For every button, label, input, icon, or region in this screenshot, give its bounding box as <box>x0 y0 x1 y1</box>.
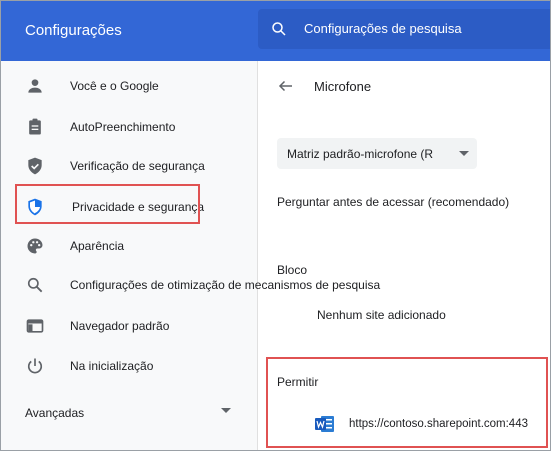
clipboard-icon <box>29 118 41 135</box>
search-icon <box>27 277 43 293</box>
search-box[interactable]: Configurações de pesquisa <box>258 9 550 49</box>
search-input[interactable]: Configurações de pesquisa <box>304 21 462 36</box>
palette-icon <box>27 238 43 254</box>
sidebar-item-label: Configurações de otimização de mecanismo… <box>70 278 381 292</box>
sidebar-item-autofill[interactable]: AutoPreenchimento <box>1 109 257 145</box>
shield-check-icon <box>28 157 42 175</box>
ask-before-access-option[interactable]: Perguntar antes de acessar (recomendado) <box>277 195 509 209</box>
sidebar-item-safety-check[interactable]: Verificação de segurança <box>1 148 257 184</box>
app-header: Configurações Configurações de pesquisa <box>1 1 550 61</box>
sidebar-item-appearance[interactable]: Aparência <box>1 228 257 264</box>
search-icon <box>272 22 286 36</box>
sidebar-item-label: Navegador padrão <box>70 319 170 333</box>
block-section-heading: Bloco <box>277 263 308 277</box>
back-arrow-icon[interactable] <box>277 77 295 95</box>
select-value: Matriz padrão-microfone (R <box>287 147 434 161</box>
sidebar-item-label: Verificação de segurança <box>70 159 205 173</box>
allow-highlight-annotation <box>266 357 548 448</box>
advanced-section-toggle[interactable]: Avançadas <box>25 406 84 420</box>
microphone-device-select[interactable]: Matriz padrão-microfone (R <box>277 138 477 169</box>
sidebar-divider <box>257 61 258 450</box>
sidebar-item-on-startup[interactable]: Na inicialização <box>1 348 257 384</box>
page-title: Microfone <box>314 79 372 94</box>
allow-section-heading: Permitir <box>277 375 319 389</box>
sidebar-item-default-browser[interactable]: Navegador padrão <box>1 308 257 344</box>
sidebar-item-label: Aparência <box>70 239 125 253</box>
person-icon <box>28 79 42 93</box>
power-icon <box>27 358 43 374</box>
chevron-down-icon[interactable] <box>221 408 231 413</box>
allowed-site-url[interactable]: https://contoso.sharepoint.com:443 <box>349 418 528 430</box>
sidebar-item-label: AutoPreenchimento <box>70 120 176 134</box>
dropdown-arrow-icon <box>459 151 469 156</box>
sidebar-item-you-and-google[interactable]: Você e o Google <box>1 68 257 104</box>
app-title: Configurações <box>25 22 122 39</box>
browser-icon <box>26 319 44 333</box>
block-empty-message: Nenhum site adicionado <box>317 308 446 322</box>
sidebar-item-search-engine[interactable]: Configurações de otimização de mecanismo… <box>1 267 380 303</box>
settings-window: Configurações Configurações de pesquisa … <box>0 0 551 451</box>
sidebar-item-label: Você e o Google <box>70 79 159 93</box>
sidebar-item-label: Na inicialização <box>70 359 154 373</box>
privacy-highlight-annotation <box>15 184 200 224</box>
word-icon <box>315 416 334 432</box>
